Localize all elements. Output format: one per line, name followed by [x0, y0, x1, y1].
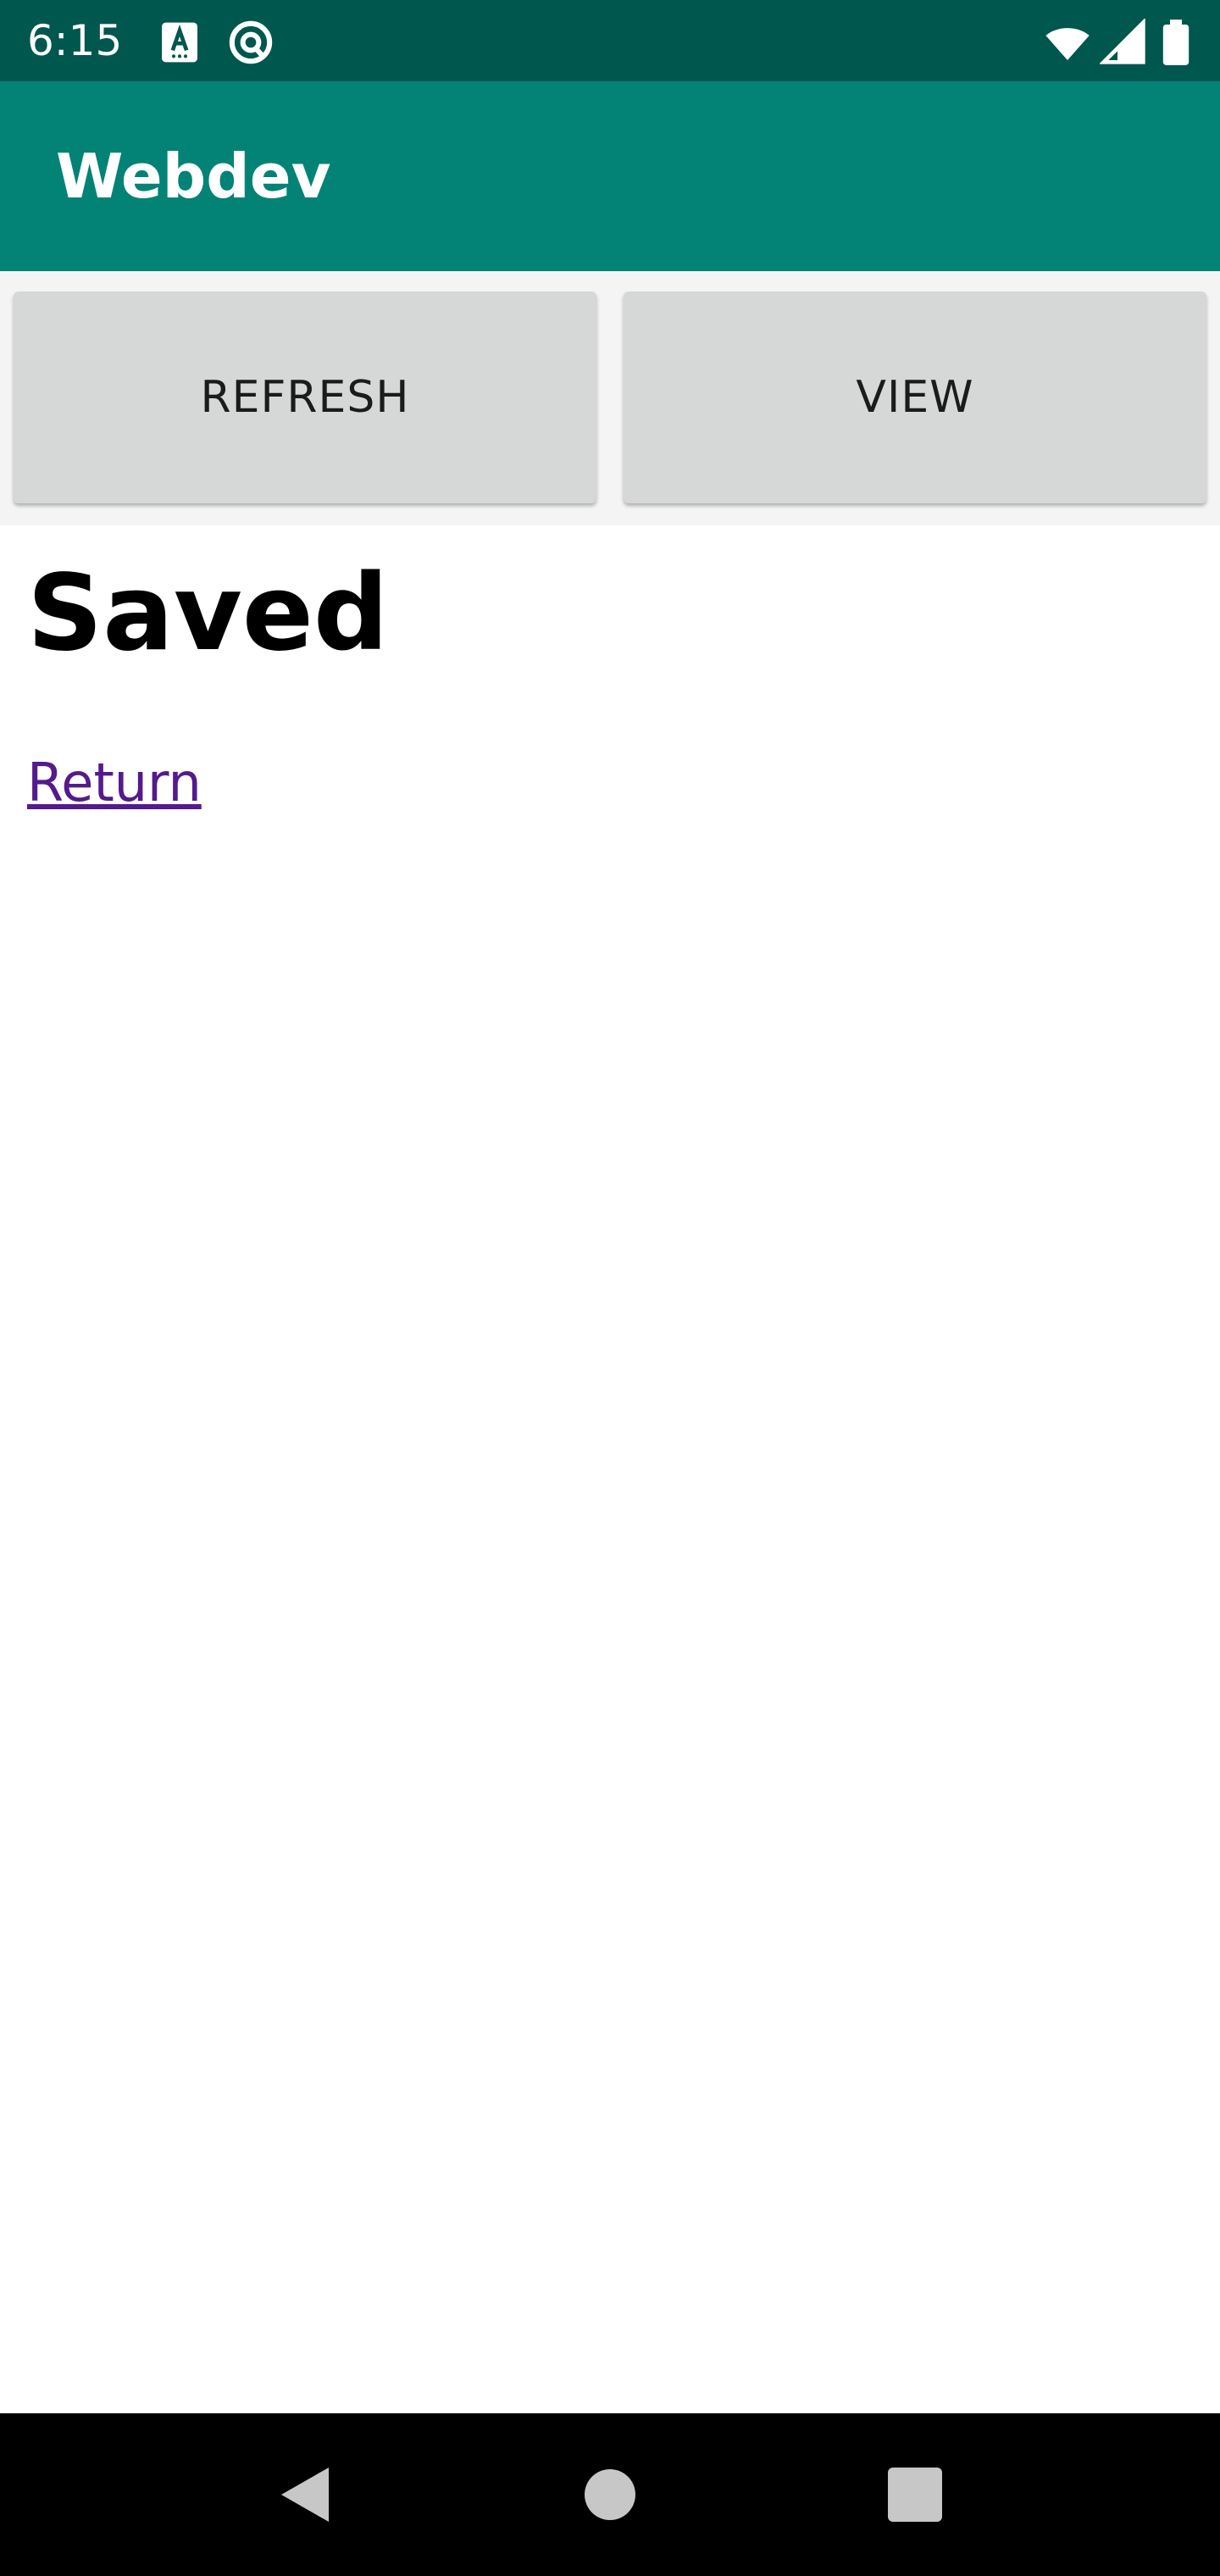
- button-row: REFRESH VIEW: [0, 271, 1220, 525]
- return-link[interactable]: Return: [27, 749, 202, 817]
- home-icon[interactable]: [576, 2461, 644, 2529]
- refresh-button[interactable]: REFRESH: [14, 291, 596, 503]
- battery-icon: [1157, 19, 1195, 66]
- back-icon[interactable]: [271, 2461, 339, 2529]
- cell-signal-icon: [1100, 19, 1147, 66]
- recents-icon[interactable]: [881, 2461, 949, 2529]
- page-heading: Saved: [27, 552, 389, 675]
- sync-at-icon: [227, 19, 274, 66]
- app-bar: Webdev: [0, 81, 1220, 271]
- status-time: 6:15: [27, 16, 123, 65]
- app-title: Webdev: [56, 141, 331, 212]
- a-notification-icon: [156, 19, 203, 66]
- wifi-icon: [1042, 19, 1093, 66]
- navigation-bar: [0, 2413, 1220, 2576]
- view-button[interactable]: VIEW: [624, 291, 1206, 503]
- status-bar: 6:15: [0, 0, 1220, 81]
